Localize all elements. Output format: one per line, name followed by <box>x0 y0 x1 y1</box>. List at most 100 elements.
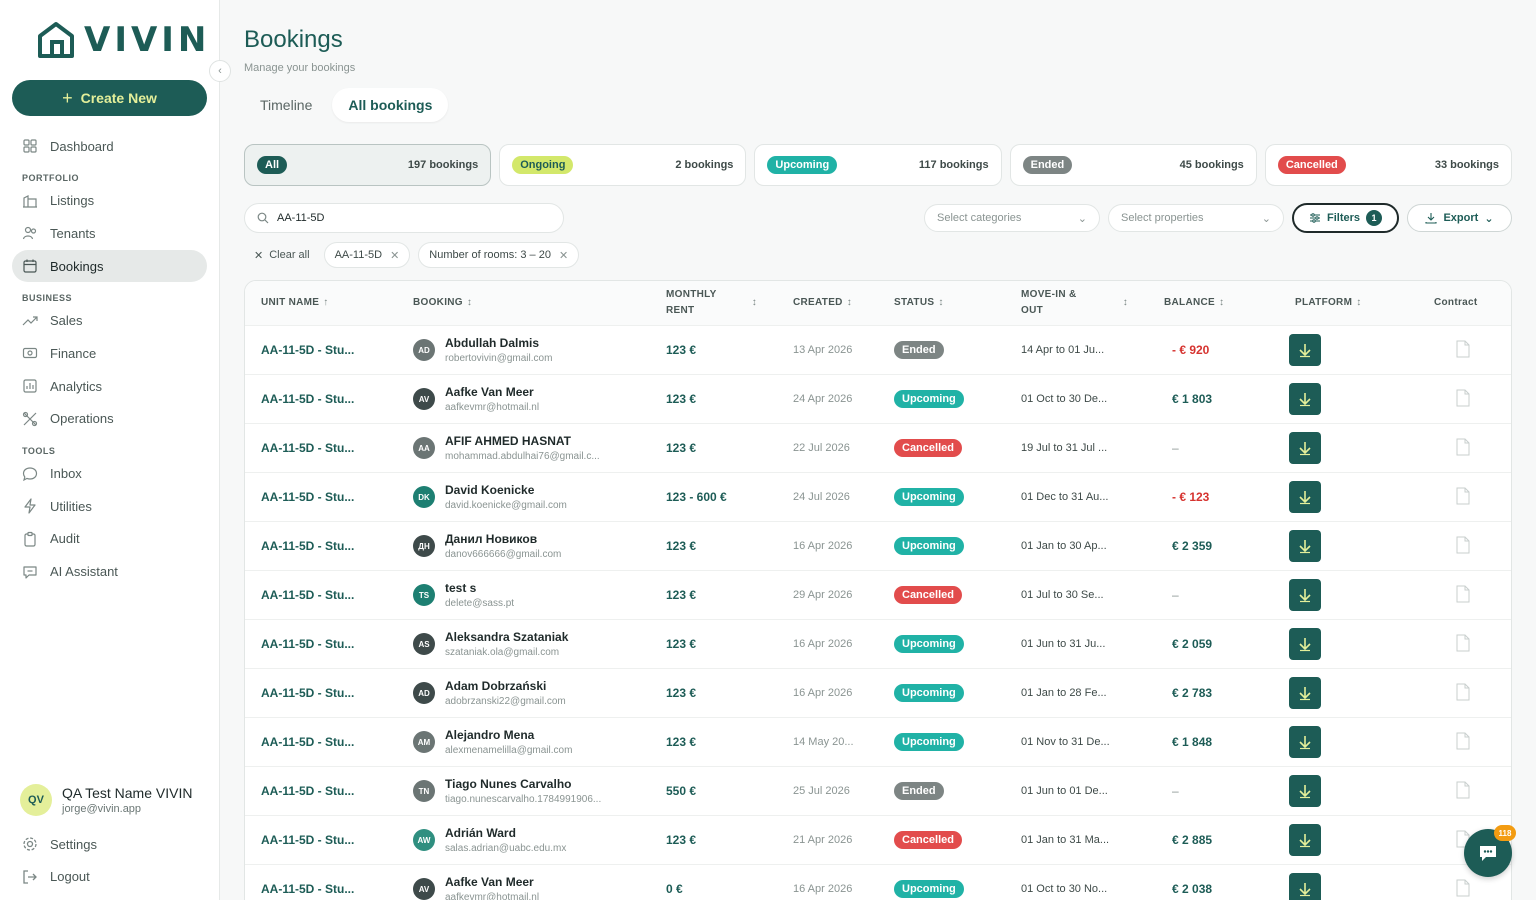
search-box[interactable] <box>244 203 564 233</box>
platform-button[interactable] <box>1289 726 1321 758</box>
sidebar-item-dashboard[interactable]: Dashboard <box>12 130 207 162</box>
document-icon[interactable] <box>1456 389 1470 407</box>
stat-card-all[interactable]: All 197 bookings <box>244 144 492 186</box>
unit-name[interactable]: AA-11-5D - Stu... <box>245 784 397 798</box>
filter-chip[interactable]: AA-11-5D ✕ <box>323 242 411 268</box>
booking-cell[interactable]: AM Alejandro Mena alexmenamelilla@gmail.co… <box>397 728 650 756</box>
search-input[interactable] <box>277 212 537 224</box>
select-categories[interactable]: Select categories ⌄ <box>924 204 1100 232</box>
sidebar-item-sales[interactable]: Sales <box>12 305 207 337</box>
booking-cell[interactable]: TS test s delete@sass.pt <box>397 581 650 609</box>
platform-button[interactable] <box>1289 334 1321 366</box>
booking-cell[interactable]: AA AFIF AHMED HASNAT mohammad.abdulhai76@g… <box>397 434 650 462</box>
table-row[interactable]: AA-11-5D - Stu... AD Abdullah Dalmis robert… <box>245 326 1511 375</box>
table-row[interactable]: AA-11-5D - Stu... DK David Koenicke david.k… <box>245 473 1511 522</box>
unit-name[interactable]: AA-11-5D - Stu... <box>245 343 397 357</box>
booking-cell[interactable]: AD Adam Dobrzański adobrzanski22@gmail.com <box>397 679 650 707</box>
table-row[interactable]: AA-11-5D - Stu... AA AFIF AHMED HASNAT moha… <box>245 424 1511 473</box>
document-icon[interactable] <box>1456 536 1470 554</box>
table-row[interactable]: AA-11-5D - Stu... AW Adrián Ward salas.adri… <box>245 816 1511 865</box>
booking-cell[interactable]: AV Aafke Van Meer aafkevmr@hotmail.nl <box>397 875 650 900</box>
platform-button[interactable] <box>1289 579 1321 611</box>
filters-button[interactable]: Filters 1 <box>1292 203 1399 233</box>
document-icon[interactable] <box>1456 438 1470 456</box>
booking-cell[interactable]: AS Aleksandra Szataniak szataniak.ola@gmai… <box>397 630 650 658</box>
booking-cell[interactable]: AW Adrián Ward salas.adrian@uabc.edu.mx <box>397 826 650 854</box>
table-row[interactable]: AA-11-5D - Stu... TS test s delete@sass.pt 1… <box>245 571 1511 620</box>
col-status[interactable]: STATUS ↕ <box>878 295 1005 311</box>
sidebar-item-operations[interactable]: Operations <box>12 403 207 435</box>
col-platform[interactable]: PLATFORM ↕ <box>1271 295 1408 311</box>
table-row[interactable]: AA-11-5D - Stu... AV Aafke Van Meer aafkevm… <box>245 865 1511 900</box>
sidebar-item-analytics[interactable]: Analytics <box>12 370 207 402</box>
tab-timeline[interactable]: Timeline <box>244 88 328 122</box>
sidebar-item-settings[interactable]: Settings <box>12 828 207 860</box>
table-row[interactable]: AA-11-5D - Stu... AV Aafke Van Meer aafkevm… <box>245 375 1511 424</box>
col-unit-name[interactable]: UNIT NAME ↑ <box>245 295 397 311</box>
unit-name[interactable]: AA-11-5D - Stu... <box>245 490 397 504</box>
document-icon[interactable] <box>1456 732 1470 750</box>
unit-name[interactable]: AA-11-5D - Stu... <box>245 637 397 651</box>
platform-button[interactable] <box>1289 628 1321 660</box>
export-button[interactable]: Export ⌄ <box>1407 204 1512 232</box>
table-row[interactable]: AA-11-5D - Stu... TN Tiago Nunes Carvalho t… <box>245 767 1511 816</box>
col-monthly-rent[interactable]: MONTHLY RENT ↕ <box>650 287 777 319</box>
platform-button[interactable] <box>1289 873 1321 900</box>
sidebar-item-bookings[interactable]: Bookings <box>12 250 207 283</box>
platform-button[interactable] <box>1289 481 1321 513</box>
platform-button[interactable] <box>1289 677 1321 709</box>
select-properties[interactable]: Select properties ⌄ <box>1108 204 1284 232</box>
unit-name[interactable]: AA-11-5D - Stu... <box>245 539 397 553</box>
platform-button[interactable] <box>1289 530 1321 562</box>
table-row[interactable]: AA-11-5D - Stu... AD Adam Dobrzański adobrz… <box>245 669 1511 718</box>
unit-name[interactable]: AA-11-5D - Stu... <box>245 686 397 700</box>
document-icon[interactable] <box>1456 340 1470 358</box>
document-icon[interactable] <box>1456 487 1470 505</box>
document-icon[interactable] <box>1456 585 1470 603</box>
stat-card-cancelled[interactable]: Cancelled 33 bookings <box>1264 144 1513 186</box>
col-move-in-out[interactable]: MOVE-IN & OUT ↕ <box>1005 287 1148 319</box>
sidebar-item-logout[interactable]: Logout <box>12 861 207 893</box>
close-icon[interactable]: ✕ <box>559 249 568 262</box>
document-icon[interactable] <box>1456 634 1470 652</box>
platform-button[interactable] <box>1289 383 1321 415</box>
platform-button[interactable] <box>1289 824 1321 856</box>
booking-cell[interactable]: AV Aafke Van Meer aafkevmr@hotmail.nl <box>397 385 650 413</box>
unit-name[interactable]: AA-11-5D - Stu... <box>245 882 397 896</box>
table-row[interactable]: AA-11-5D - Stu... AS Aleksandra Szataniak s… <box>245 620 1511 669</box>
col-balance[interactable]: BALANCE ↕ <box>1148 295 1271 311</box>
table-row[interactable]: AA-11-5D - Stu... ДН Данил Новиков danov666… <box>245 522 1511 571</box>
tab-all-bookings[interactable]: All bookings <box>332 88 449 122</box>
stat-card-ended[interactable]: Ended 45 bookings <box>1009 144 1257 186</box>
sidebar-item-listings[interactable]: Listings <box>12 185 207 217</box>
filter-chip[interactable]: Number of rooms: 3 – 20 ✕ <box>418 242 580 268</box>
close-icon[interactable]: ✕ <box>390 249 399 262</box>
stat-card-upcoming[interactable]: Upcoming 117 bookings <box>754 144 1002 186</box>
booking-cell[interactable]: ДН Данил Новиков danov666666@gmail.com <box>397 532 650 560</box>
booking-cell[interactable]: DK David Koenicke david.koenicke@gmail.com <box>397 483 650 511</box>
sidebar-item-ai-assistant[interactable]: AI Assistant <box>12 556 207 588</box>
document-icon[interactable] <box>1456 781 1470 799</box>
vivin-logo[interactable]: VIVIN <box>36 20 210 60</box>
col-booking[interactable]: BOOKING ↕ <box>397 295 650 311</box>
booking-cell[interactable]: AD Abdullah Dalmis robertovivin@gmail.com <box>397 336 650 364</box>
unit-name[interactable]: AA-11-5D - Stu... <box>245 735 397 749</box>
sidebar-item-tenants[interactable]: Tenants <box>12 217 207 249</box>
collapse-sidebar-button[interactable]: ‹ <box>209 60 231 82</box>
document-icon[interactable] <box>1456 879 1470 897</box>
platform-button[interactable] <box>1289 432 1321 464</box>
unit-name[interactable]: AA-11-5D - Stu... <box>245 588 397 602</box>
sidebar-item-audit[interactable]: Audit <box>12 523 207 555</box>
document-icon[interactable] <box>1456 683 1470 701</box>
unit-name[interactable]: AA-11-5D - Stu... <box>245 833 397 847</box>
stat-card-ongoing[interactable]: Ongoing 2 bookings <box>499 144 747 186</box>
unit-name[interactable]: AA-11-5D - Stu... <box>245 392 397 406</box>
user-profile[interactable]: QV QA Test Name VIVIN jorge@vivin.app <box>20 784 192 816</box>
table-row[interactable]: AA-11-5D - Stu... AM Alejandro Mena alexmen… <box>245 718 1511 767</box>
booking-cell[interactable]: TN Tiago Nunes Carvalho tiago.nunescarvalh… <box>397 777 650 805</box>
clear-all-button[interactable]: ✕ Clear all <box>248 242 316 268</box>
unit-name[interactable]: AA-11-5D - Stu... <box>245 441 397 455</box>
col-created[interactable]: CREATED ↕ <box>777 295 878 311</box>
sidebar-item-utilities[interactable]: Utilities <box>12 490 207 522</box>
create-new-button[interactable]: + Create New <box>12 80 207 116</box>
